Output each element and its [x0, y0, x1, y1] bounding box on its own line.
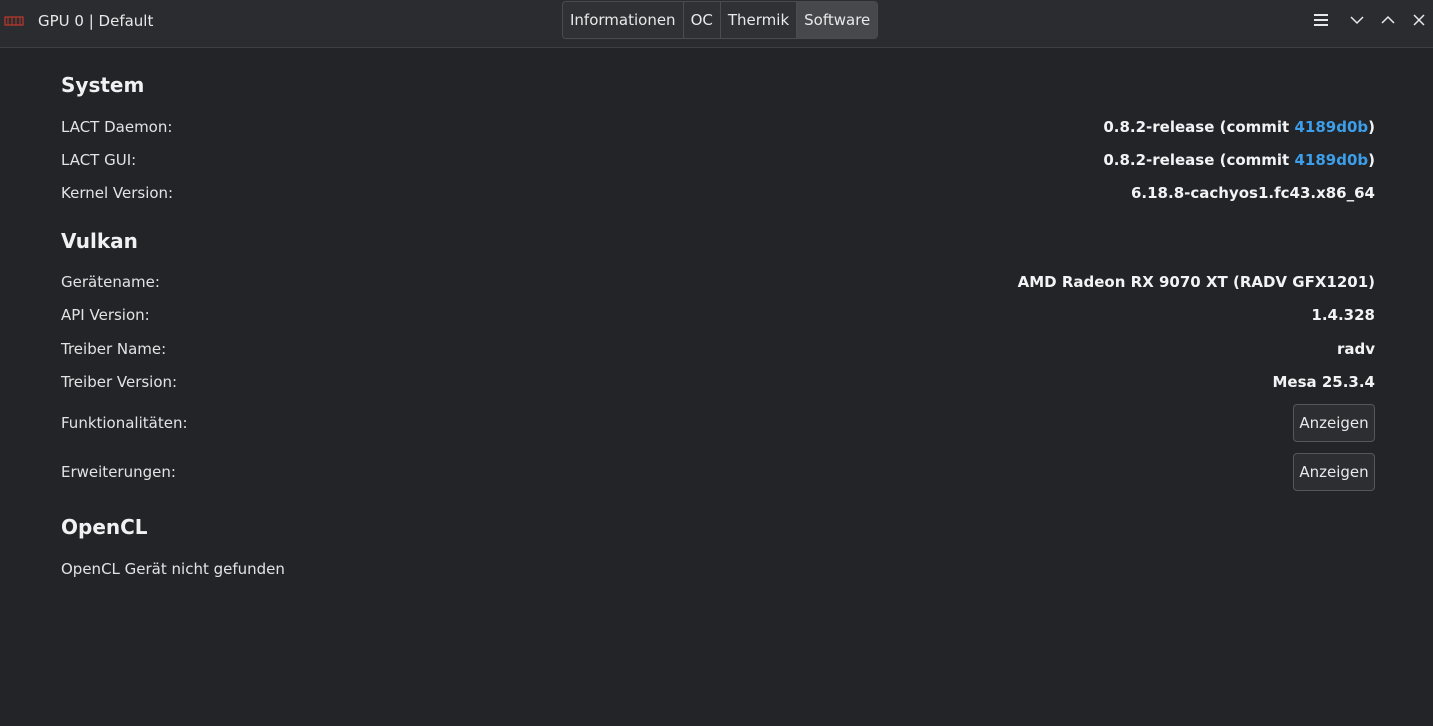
driver-name-label: Treiber Name:: [61, 340, 167, 358]
show-features-button[interactable]: Anzeigen: [1293, 404, 1375, 442]
driver-name-value: radv: [1336, 340, 1375, 358]
chevron-down-icon[interactable]: [1345, 8, 1369, 32]
kernel-version-value: 6.18.8-cachyos1.fc43.x86_64: [1130, 184, 1375, 202]
lact-gui-label: LACT GUI:: [61, 151, 137, 169]
window-title: GPU 0 | Default: [38, 12, 154, 30]
driver-version-value: Mesa 25.3.4: [1272, 373, 1375, 391]
lact-daemon-value: 0.8.2-release (commit 4189d0b): [1103, 118, 1375, 136]
lact-daemon-label: LACT Daemon:: [61, 118, 173, 136]
kernel-version-label: Kernel Version:: [61, 184, 174, 202]
tab-thermik[interactable]: Thermik: [721, 2, 798, 38]
close-icon[interactable]: [1407, 8, 1431, 32]
chevron-up-icon[interactable]: [1376, 8, 1400, 32]
opencl-section-title: OpenCL: [61, 515, 148, 539]
lact-app-icon: [4, 13, 24, 27]
extensions-label: Erweiterungen:: [61, 463, 176, 481]
api-version-value: 1.4.328: [1311, 306, 1375, 324]
device-name-label: Gerätename:: [61, 273, 160, 291]
system-section-title: System: [61, 73, 145, 97]
hamburger-menu-icon[interactable]: [1309, 8, 1333, 32]
show-extensions-button[interactable]: Anzeigen: [1293, 453, 1375, 491]
device-name-value: AMD Radeon RX 9070 XT (RADV GFX1201): [1017, 273, 1375, 291]
tab-software[interactable]: Software: [797, 2, 878, 38]
api-version-label: API Version:: [61, 306, 150, 324]
opencl-status: OpenCL Gerät nicht gefunden: [61, 560, 285, 578]
tab-informationen[interactable]: Informationen: [563, 2, 684, 38]
lact-gui-value: 0.8.2-release (commit 4189d0b): [1103, 151, 1375, 169]
features-label: Funktionalitäten:: [61, 414, 188, 432]
vulkan-section-title: Vulkan: [61, 229, 138, 253]
driver-version-label: Treiber Version:: [61, 373, 178, 391]
tab-bar: Informationen OC Thermik Software: [562, 1, 879, 39]
gui-commit-link[interactable]: 4189d0b: [1294, 151, 1368, 169]
title-bar: GPU 0 | Default Informationen OC Thermik…: [0, 0, 1433, 48]
daemon-commit-link[interactable]: 4189d0b: [1294, 118, 1368, 136]
tab-oc[interactable]: OC: [684, 2, 721, 38]
